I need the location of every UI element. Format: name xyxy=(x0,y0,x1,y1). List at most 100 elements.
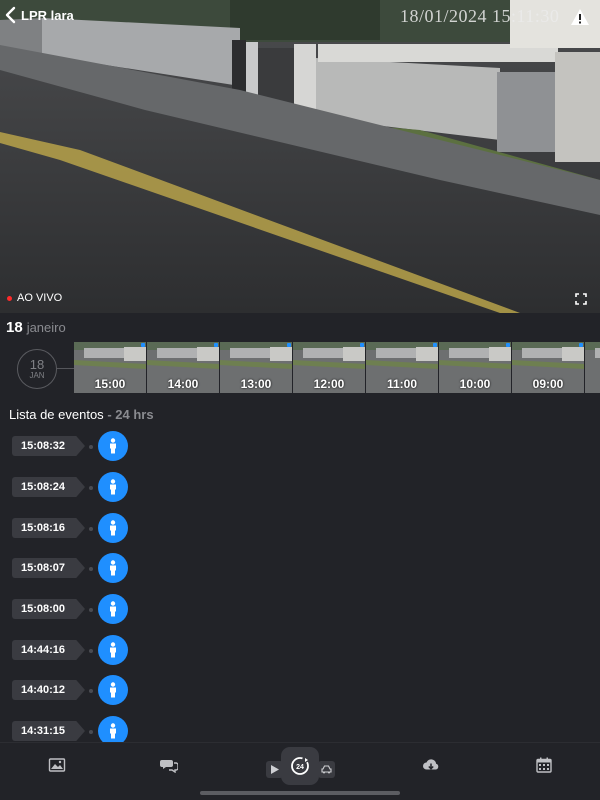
thumb-hour-label: 14:00 xyxy=(167,377,199,391)
back-button[interactable]: LPR lara xyxy=(4,5,74,25)
timeline-thumb-5[interactable]: 10:00 xyxy=(439,342,511,393)
event-connector-dot xyxy=(89,730,93,734)
event-time-pill: 15:08:07 xyxy=(12,558,85,578)
person-event-button[interactable] xyxy=(98,635,128,665)
person-event-button[interactable] xyxy=(98,675,128,705)
person-icon xyxy=(110,723,116,739)
person-icon xyxy=(110,642,116,658)
calendar-icon[interactable] xyxy=(535,757,553,773)
car-button[interactable] xyxy=(318,761,335,778)
list-item[interactable]: 15:08:32 xyxy=(0,426,200,466)
thumb-hour-label: 15:00 xyxy=(94,377,126,391)
event-time-pill: 15:08:24 xyxy=(12,477,85,497)
thumb-hour-label: 13:00 xyxy=(240,377,272,391)
date-month: janeiro xyxy=(26,320,66,335)
timeline-thumb-3[interactable]: 12:00 xyxy=(293,342,365,393)
list-item[interactable]: 15:08:00 xyxy=(0,589,200,629)
cloud-download-icon[interactable] xyxy=(422,757,440,773)
event-time-pill: 14:44:16 xyxy=(12,640,85,660)
event-time: 15:08:32 xyxy=(21,440,66,452)
thumb-image xyxy=(585,342,600,393)
event-marker xyxy=(433,343,437,347)
person-icon xyxy=(110,520,116,536)
list-item[interactable]: 14:31:15 xyxy=(0,711,200,742)
camera-top-bar: LPR lara 18/01/2024 15:11:30 xyxy=(0,0,600,30)
camera-frame-image xyxy=(0,0,600,313)
date-day: 18 xyxy=(6,319,23,336)
person-icon xyxy=(110,560,116,576)
thumb-hour-label: 11:00 xyxy=(386,377,418,391)
person-event-button[interactable] xyxy=(98,553,128,583)
thumb-hour-label: 09:00 xyxy=(532,377,564,391)
person-icon xyxy=(110,479,116,495)
chevron-left-icon xyxy=(5,6,16,24)
list-item[interactable]: 15:08:24 xyxy=(0,467,200,507)
timeline-thumb-0[interactable]: 15:00 xyxy=(74,342,146,393)
gallery-icon[interactable] xyxy=(48,757,66,773)
event-time: 15:08:16 xyxy=(21,522,66,534)
event-time-pill: 15:08:16 xyxy=(12,518,85,538)
thumb-hour-label: 10:00 xyxy=(459,377,491,391)
expand-icon[interactable] xyxy=(575,293,587,305)
person-event-button[interactable] xyxy=(98,513,128,543)
event-marker xyxy=(506,343,510,347)
play-icon xyxy=(271,765,279,774)
timeline-thumb-2[interactable]: 13:00 xyxy=(220,342,292,393)
live-label: AO VIVO xyxy=(17,292,63,304)
events-list[interactable]: 15:08:32 15:08:24 15:08:16 15:08:07 15:0… xyxy=(0,426,600,742)
timeline-day-badge[interactable]: 18 JAN xyxy=(17,349,57,389)
event-marker xyxy=(214,343,218,347)
event-time: 15:08:07 xyxy=(21,562,66,574)
person-event-button[interactable] xyxy=(98,594,128,624)
timeline-thumbnail-strip[interactable]: 15:00 14:00 13:00 12:00 11:00 10:00 09:0… xyxy=(74,342,600,393)
timeline-thumb-7[interactable] xyxy=(585,342,600,393)
live-camera-view[interactable]: LPR lara 18/01/2024 15:11:30 AO VIVO xyxy=(0,0,600,313)
badge-month: JAN xyxy=(29,371,45,380)
chat-icon[interactable] xyxy=(160,757,178,773)
event-connector-dot xyxy=(89,689,93,693)
event-time: 15:08:24 xyxy=(21,481,66,493)
timeline-thumb-1[interactable]: 14:00 xyxy=(147,342,219,393)
timeline-thumb-6[interactable]: 09:00 xyxy=(512,342,584,393)
person-icon xyxy=(110,601,116,617)
list-item[interactable]: 14:44:16 xyxy=(0,630,200,670)
timeline-thumb-4[interactable]: 11:00 xyxy=(366,342,438,393)
list-item[interactable]: 15:08:16 xyxy=(0,508,200,548)
event-marker xyxy=(141,343,145,347)
event-connector-dot xyxy=(89,486,93,490)
event-time: 14:40:12 xyxy=(21,684,66,696)
event-connector-dot xyxy=(89,527,93,531)
event-connector-dot xyxy=(89,649,93,653)
events-title: Lista de eventos xyxy=(9,407,104,422)
event-connector-dot xyxy=(89,445,93,449)
home-indicator xyxy=(200,791,400,795)
person-event-button[interactable] xyxy=(98,431,128,461)
event-time: 14:44:16 xyxy=(21,644,66,656)
event-marker xyxy=(287,343,291,347)
event-marker xyxy=(360,343,364,347)
event-time: 15:08:00 xyxy=(21,603,66,615)
person-event-button[interactable] xyxy=(98,472,128,502)
timeline-connector xyxy=(57,368,74,369)
person-event-button[interactable] xyxy=(98,716,128,742)
events-range: - 24 hrs xyxy=(107,407,154,422)
car-icon xyxy=(321,765,332,774)
person-icon xyxy=(110,682,116,698)
svg-text:24: 24 xyxy=(296,764,304,771)
camera-title: LPR lara xyxy=(21,7,74,23)
list-item[interactable]: 14:40:12 xyxy=(0,670,200,710)
playback-24h-icon: 24 xyxy=(291,757,309,775)
event-connector-dot xyxy=(89,608,93,612)
live-dot xyxy=(7,295,12,301)
badge-day: 18 xyxy=(29,357,45,372)
events-list-heading: Lista de eventos - 24 hrs xyxy=(9,407,154,422)
event-time-pill: 14:40:12 xyxy=(12,680,85,700)
person-icon xyxy=(110,438,116,454)
event-time-pill: 15:08:00 xyxy=(12,599,85,619)
event-marker xyxy=(579,343,583,347)
warning-triangle-icon[interactable] xyxy=(570,8,590,26)
thumb-hour-label: 12:00 xyxy=(313,377,345,391)
event-time: 14:31:15 xyxy=(21,725,66,737)
playback-24h-button[interactable]: 24 xyxy=(281,747,319,785)
list-item[interactable]: 15:08:07 xyxy=(0,548,200,588)
